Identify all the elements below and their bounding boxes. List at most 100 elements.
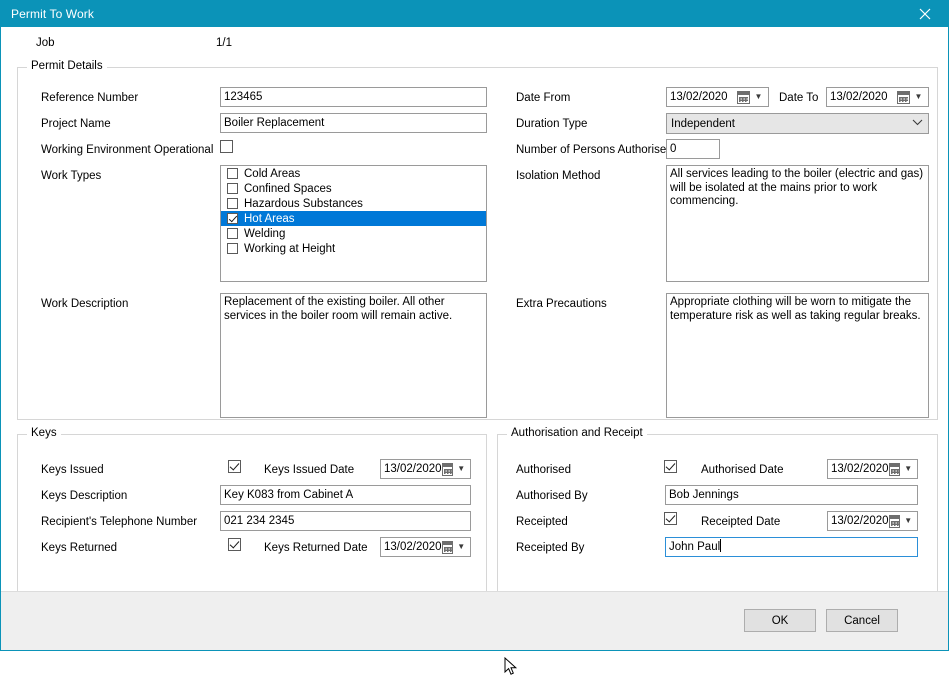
isolation-method-label: Isolation Method <box>516 170 601 182</box>
job-label: Job <box>36 37 55 49</box>
receipted-by-value: John Paul <box>669 541 721 553</box>
job-value: 1/1 <box>216 37 232 49</box>
authorised-checkbox[interactable] <box>664 460 677 473</box>
keys-returned-checkbox[interactable] <box>228 538 241 551</box>
ok-button[interactable]: OK <box>744 609 816 632</box>
authorised-by-input[interactable]: Bob Jennings <box>665 485 918 505</box>
dialog-footer: OK Cancel <box>1 591 948 650</box>
calendar-icon <box>888 462 901 476</box>
work-type-label: Hazardous Substances <box>244 197 363 210</box>
authorisation-group: Authorisation and Receipt Authorised Aut… <box>497 427 938 594</box>
date-to-picker[interactable]: 13/02/2020 ▼ <box>826 87 929 107</box>
recipient-telephone-label: Recipient's Telephone Number <box>41 516 198 528</box>
calendar-icon <box>441 540 454 554</box>
mouse-cursor <box>504 656 518 677</box>
authorised-date-picker[interactable]: 13/02/2020 ▼ <box>827 459 918 479</box>
work-type-item[interactable]: Hot Areas <box>221 211 486 226</box>
calendar-icon <box>737 90 750 104</box>
work-type-item[interactable]: Welding <box>221 226 486 241</box>
chevron-down-icon[interactable]: ▼ <box>902 465 914 473</box>
work-type-label: Hot Areas <box>244 212 295 225</box>
permit-to-work-window: Permit To Work Job 1/1 Permit Details Re… <box>0 0 949 675</box>
date-from-value: 13/02/2020 <box>670 91 728 103</box>
recipient-telephone-input[interactable]: 021 234 2345 <box>220 511 471 531</box>
number-of-persons-authorised-label: Number of Persons Authorised <box>516 144 673 156</box>
keys-description-label: Keys Description <box>41 490 128 502</box>
permit-details-legend: Permit Details <box>27 60 107 72</box>
keys-issued-date-value: 13/02/2020 <box>384 463 442 475</box>
keys-returned-label: Keys Returned <box>41 542 118 554</box>
duration-type-label: Duration Type <box>516 118 588 130</box>
title-bar: Permit To Work <box>1 1 948 27</box>
isolation-method-textarea[interactable]: All services leading to the boiler (elec… <box>666 165 929 282</box>
keys-legend: Keys <box>27 427 61 439</box>
work-type-checkbox[interactable] <box>227 183 238 194</box>
calendar-icon <box>441 462 454 476</box>
chevron-down-icon[interactable]: ▼ <box>455 465 467 473</box>
receipted-label: Receipted <box>516 516 568 528</box>
work-type-checkbox[interactable] <box>227 168 238 179</box>
work-type-item[interactable]: Hazardous Substances <box>221 196 486 211</box>
reference-number-input[interactable]: 123465 <box>220 87 487 107</box>
work-type-label: Cold Areas <box>244 167 301 180</box>
chevron-down-icon[interactable]: ▼ <box>455 543 467 551</box>
number-of-persons-authorised-input[interactable]: 0 <box>666 139 720 159</box>
close-icon[interactable] <box>902 1 948 27</box>
working-environment-operational-checkbox[interactable] <box>220 140 233 153</box>
keys-issued-date-label: Keys Issued Date <box>264 464 355 476</box>
authorised-by-label: Authorised By <box>516 490 588 502</box>
keys-issued-checkbox[interactable] <box>228 460 241 473</box>
chevron-down-icon <box>906 119 928 129</box>
permit-details-group: Permit Details Reference Number 123465 P… <box>17 60 938 420</box>
work-type-checkbox[interactable] <box>227 243 238 254</box>
project-name-input[interactable]: Boiler Replacement <box>220 113 487 133</box>
work-type-label: Welding <box>244 227 286 240</box>
work-types-label: Work Types <box>41 170 102 182</box>
calendar-icon <box>888 514 901 528</box>
receipted-by-input[interactable]: John Paul <box>665 537 918 557</box>
reference-number-label: Reference Number <box>41 92 139 104</box>
keys-returned-date-label: Keys Returned Date <box>264 542 368 554</box>
keys-description-input[interactable]: Key K083 from Cabinet A <box>220 485 471 505</box>
work-type-item[interactable]: Confined Spaces <box>221 181 486 196</box>
job-row: Job 1/1 <box>1 35 948 55</box>
duration-type-value: Independent <box>671 117 735 130</box>
receipted-date-picker[interactable]: 13/02/2020 ▼ <box>827 511 918 531</box>
project-name-label: Project Name <box>41 118 111 130</box>
authorised-date-label: Authorised Date <box>701 464 784 476</box>
keys-issued-date-picker[interactable]: 13/02/2020 ▼ <box>380 459 471 479</box>
work-type-label: Working at Height <box>244 242 336 255</box>
calendar-icon <box>897 90 910 104</box>
work-type-checkbox[interactable] <box>227 198 238 209</box>
date-from-label: Date From <box>516 92 571 104</box>
extra-precautions-label: Extra Precautions <box>516 298 607 310</box>
date-from-picker[interactable]: 13/02/2020 ▼ <box>666 87 769 107</box>
date-to-value: 13/02/2020 <box>830 91 888 103</box>
working-environment-operational-label: Working Environment Operational <box>41 144 214 156</box>
receipted-date-value: 13/02/2020 <box>831 515 889 527</box>
work-type-item[interactable]: Working at Height <box>221 241 486 256</box>
authorisation-legend: Authorisation and Receipt <box>507 427 647 439</box>
window-title: Permit To Work <box>11 7 94 21</box>
chevron-down-icon[interactable]: ▼ <box>912 93 925 101</box>
work-description-textarea[interactable]: Replacement of the existing boiler. All … <box>220 293 487 418</box>
receipted-date-label: Receipted Date <box>701 516 781 528</box>
work-type-checkbox[interactable] <box>227 228 238 239</box>
keys-returned-date-picker[interactable]: 13/02/2020 ▼ <box>380 537 471 557</box>
chevron-down-icon[interactable]: ▼ <box>902 517 914 525</box>
keys-group: Keys Keys Issued Keys Issued Date 13/02/… <box>17 427 487 594</box>
authorised-date-value: 13/02/2020 <box>831 463 889 475</box>
receipted-checkbox[interactable] <box>664 512 677 525</box>
text-caret <box>720 539 722 552</box>
receipted-by-label: Receipted By <box>516 542 585 554</box>
date-to-label: Date To <box>779 92 819 104</box>
work-type-checkbox[interactable] <box>227 213 238 224</box>
chevron-down-icon[interactable]: ▼ <box>752 93 765 101</box>
duration-type-select[interactable]: Independent <box>666 113 929 134</box>
keys-returned-date-value: 13/02/2020 <box>384 541 442 553</box>
cancel-button[interactable]: Cancel <box>826 609 898 632</box>
work-type-label: Confined Spaces <box>244 182 332 195</box>
work-type-item[interactable]: Cold Areas <box>221 166 486 181</box>
work-types-listbox[interactable]: Cold Areas Confined Spaces Hazardous Subst… <box>220 165 487 282</box>
extra-precautions-textarea[interactable]: Appropriate clothing will be worn to mit… <box>666 293 929 418</box>
